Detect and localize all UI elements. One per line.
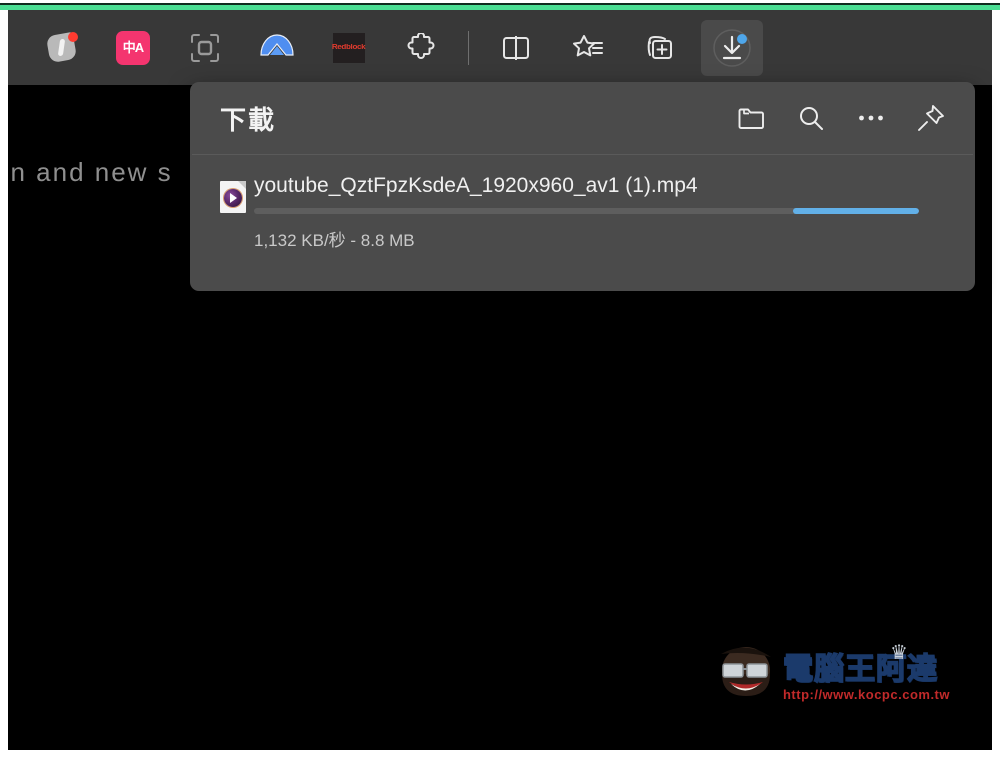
downloads-flyout-header: 下載 [190, 82, 975, 154]
toolbar-divider [468, 30, 469, 65]
adblock-glyph: Redblock [332, 32, 366, 63]
more-options-button[interactable] [853, 100, 889, 136]
open-downloads-folder-button[interactable] [733, 100, 769, 136]
downloads-flyout-title: 下載 [220, 104, 277, 135]
play-disc-glyph [224, 189, 242, 207]
watermark-text: ♛ 電腦王阿達 http://www.kocpc.com.tw [782, 643, 950, 702]
search-downloads-button[interactable] [793, 100, 829, 136]
nordvpn-extension-icon[interactable] [246, 20, 308, 76]
download-progress-bar [254, 208, 919, 214]
page-body-text: on and new s [8, 157, 173, 187]
collections-add-icon[interactable] [629, 20, 691, 76]
crown-icon: ♛ [890, 642, 908, 664]
downloads-button[interactable] [701, 19, 763, 76]
translate-extension-icon[interactable]: 中A [102, 20, 164, 76]
extensions-puzzle-icon[interactable] [390, 20, 452, 76]
download-item-body: youtube_QztFpzKsdeA_1920x960_av1 (1).mp4… [254, 173, 949, 251]
downloads-header-actions [733, 100, 949, 136]
download-file-name[interactable]: youtube_QztFpzKsdeA_1920x960_av1 (1).mp4 [254, 173, 949, 199]
split-screen-icon[interactable] [485, 20, 547, 76]
grammarly-extension-icon[interactable] [30, 20, 92, 76]
download-file-icon-wrap [220, 173, 254, 251]
grammarly-badge-dot [68, 31, 78, 42]
screenshot-capture-icon[interactable] [174, 20, 236, 76]
watermark-avatar-icon [715, 644, 777, 702]
favorites-star-icon[interactable] [557, 20, 619, 76]
watermark-title: 電腦王阿達 [782, 653, 938, 686]
watermark-url: http://www.kocpc.com.tw [782, 687, 950, 702]
pin-flyout-button[interactable] [913, 100, 949, 136]
media-file-icon [220, 181, 246, 213]
adblock-extension-icon[interactable]: Redblock [318, 20, 380, 76]
screenshot-root: on and new s ♛ 電腦王阿達 http://www.kocpc.co… [0, 0, 1000, 760]
download-status-text: 1,132 KB/秒 - 8.8 MB [254, 231, 415, 250]
browser-toolbar: 中A Redblock [8, 10, 992, 85]
download-item[interactable]: youtube_QztFpzKsdeA_1920x960_av1 (1).mp4… [190, 155, 975, 251]
watermark: ♛ 電腦王阿達 http://www.kocpc.com.tw [715, 643, 950, 702]
downloads-badge-dot [737, 33, 747, 44]
download-progress-fill [792, 208, 919, 214]
downloads-flyout: 下載 youtube_QztFpzKsdeA_1920x960_av1 (1).… [190, 82, 975, 291]
translate-glyph: 中A [116, 30, 150, 65]
file-corner-fold [238, 181, 246, 189]
